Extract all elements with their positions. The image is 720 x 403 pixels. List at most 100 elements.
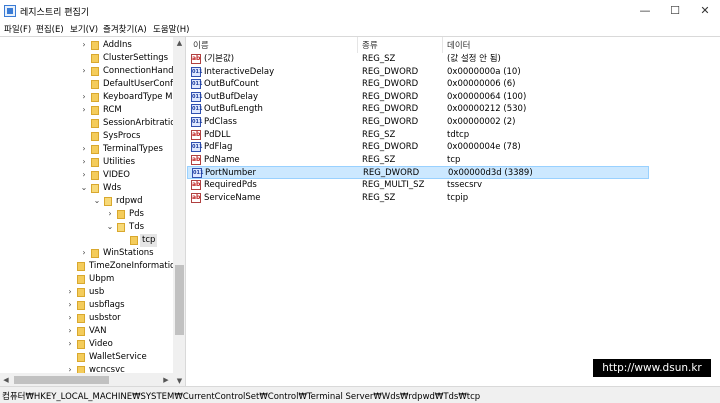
collapsed-arrow-icon[interactable] [80, 53, 88, 63]
value-row[interactable]: ab ServiceName REG_SZ tcpip [187, 192, 649, 205]
collapsed-arrow-icon[interactable]: › [80, 170, 88, 180]
value-row[interactable]: ab PdName REG_SZ tcp [187, 154, 649, 167]
collapsed-arrow-icon[interactable]: › [80, 105, 88, 115]
folder-icon [77, 262, 85, 271]
collapsed-arrow-icon[interactable] [119, 235, 127, 245]
value-type: REG_DWORD [362, 142, 419, 153]
menu-edit[interactable]: 편집(E) [36, 23, 64, 35]
tree-item[interactable]: › ConnectionHandle [0, 65, 181, 78]
value-row[interactable]: 011 PdFlag REG_DWORD 0x0000004e (78) [187, 141, 649, 154]
collapsed-arrow-icon[interactable]: › [66, 339, 74, 349]
tree-item[interactable]: tcp [0, 234, 173, 247]
string-value-icon: ab [191, 180, 201, 190]
value-row[interactable]: 011 InteractiveDelay REG_DWORD 0x0000000a (… [187, 66, 649, 79]
collapsed-arrow-icon[interactable] [66, 274, 74, 284]
expanded-arrow-icon[interactable]: ⌄ [93, 196, 101, 206]
column-header-type[interactable]: 종류 [362, 39, 378, 51]
maximize-button[interactable]: ☐ [660, 0, 690, 22]
tree-item-label: VIDEO [103, 170, 130, 180]
tree-item[interactable]: › KeyboardType Ma [0, 91, 178, 104]
binary-value-icon: 011 [192, 168, 204, 179]
collapsed-arrow-icon[interactable]: › [80, 40, 88, 50]
tree-item[interactable]: DefaultUserConfig [0, 78, 181, 91]
value-row[interactable]: 011 PortNumber REG_DWORD 0x00000d3d (3389) [187, 166, 649, 179]
tree-item[interactable]: ⌄ Tds [0, 221, 173, 234]
value-row[interactable]: 011 PdClass REG_DWORD 0x00000002 (2) [187, 116, 649, 129]
collapsed-arrow-icon[interactable]: › [80, 92, 88, 102]
column-divider[interactable] [442, 37, 443, 53]
collapsed-arrow-icon[interactable]: › [80, 248, 88, 258]
binary-value-icon: 011 [191, 117, 203, 127]
scroll-up-arrow-icon[interactable]: ▲ [173, 37, 185, 49]
value-row[interactable]: 011 OutBufLength REG_DWORD 0x00000212 (530) [187, 103, 649, 116]
tree-item[interactable]: › usb [0, 286, 173, 299]
tree-horizontal-scrollbar[interactable]: ◀ ▶ [0, 373, 173, 387]
collapsed-arrow-icon[interactable] [80, 118, 88, 128]
tree-item[interactable]: › VIDEO [0, 169, 173, 182]
tree-item[interactable]: › Video [0, 338, 173, 351]
tree-item[interactable]: SysProcs [0, 130, 173, 143]
binary-value-icon: 011 [191, 79, 203, 90]
menu-file[interactable]: 파일(F) [4, 23, 31, 35]
value-row[interactable]: ab (기본값) REG_SZ (값 설정 안 됨) [187, 53, 649, 66]
tree-item[interactable]: › RCM [0, 104, 173, 117]
collapsed-arrow-icon[interactable] [80, 131, 88, 141]
tree-item[interactable]: › WinStations [0, 247, 173, 260]
vertical-scroll-thumb[interactable] [175, 265, 184, 335]
tree-item[interactable]: › Pds [0, 208, 173, 221]
tree-item[interactable]: › TerminalTypes [0, 143, 173, 156]
collapsed-arrow-icon[interactable]: › [66, 287, 74, 297]
tree-item[interactable]: › usbstor [0, 312, 173, 325]
close-button[interactable]: ✕ [690, 0, 720, 22]
value-row[interactable]: ab PdDLL REG_SZ tdtcp [187, 129, 649, 142]
value-type: REG_DWORD [362, 79, 419, 90]
collapsed-arrow-icon[interactable]: › [80, 144, 88, 154]
collapsed-arrow-icon[interactable] [66, 352, 74, 362]
collapsed-arrow-icon[interactable]: › [80, 157, 88, 167]
collapsed-arrow-icon[interactable]: › [66, 313, 74, 323]
value-row[interactable]: 011 OutBufDelay REG_DWORD 0x00000064 (100) [187, 91, 649, 104]
folder-icon [91, 41, 99, 50]
menu-favorites[interactable]: 즐겨찾기(A) [103, 23, 147, 35]
minimize-button[interactable]: — [630, 0, 660, 22]
collapsed-arrow-icon[interactable]: › [66, 326, 74, 336]
window-title: 레지스트리 편집기 [20, 8, 90, 18]
value-row[interactable]: ab RequiredPds REG_MULTI_SZ tssecsrv [187, 179, 649, 192]
menu-view[interactable]: 보기(V) [70, 23, 98, 35]
tree-item-label: Wds [103, 183, 122, 193]
tree-item[interactable]: ClusterSettings [0, 52, 173, 65]
tree-item-label: VAN [89, 326, 107, 336]
collapsed-arrow-icon[interactable]: › [80, 66, 88, 76]
scroll-left-arrow-icon[interactable]: ◀ [0, 373, 12, 387]
tree-item[interactable]: SessionArbitration [0, 117, 181, 130]
collapsed-arrow-icon[interactable] [66, 261, 74, 271]
column-divider[interactable] [357, 37, 358, 53]
column-header-name[interactable]: 이름 [193, 39, 209, 51]
collapsed-arrow-icon[interactable] [80, 79, 88, 89]
value-data: 0x0000000a (10) [447, 66, 521, 77]
expanded-arrow-icon[interactable]: ⌄ [106, 222, 114, 232]
expanded-arrow-icon[interactable]: ⌄ [80, 183, 88, 193]
string-value-icon: ab [191, 54, 201, 64]
scroll-right-arrow-icon[interactable]: ▶ [160, 373, 172, 387]
tree-item[interactable]: Ubpm [0, 273, 173, 286]
folder-icon [91, 80, 99, 89]
string-value-icon: ab [191, 192, 201, 203]
column-header-data[interactable]: 데이터 [447, 39, 470, 51]
value-row[interactable]: 011 OutBufCount REG_DWORD 0x00000006 (6) [187, 78, 649, 91]
tree-item[interactable]: ⌄ rdpwd [0, 195, 173, 208]
tree-item[interactable]: WalletService [0, 351, 173, 364]
tree-item[interactable]: › AddIns [0, 39, 173, 52]
tree-item[interactable]: › VAN [0, 325, 173, 338]
tree-vertical-scrollbar[interactable]: ▲ ▼ [173, 37, 185, 387]
value-name: OutBufDelay [204, 91, 258, 102]
tree-item[interactable]: › usbflags [0, 299, 173, 312]
menu-help[interactable]: 도움말(H) [153, 23, 189, 35]
tree-item[interactable]: ⌄ Wds [0, 182, 173, 195]
tree-item[interactable]: TimeZoneInformation [0, 260, 181, 273]
collapsed-arrow-icon[interactable]: › [66, 300, 74, 310]
tree-item[interactable]: › Utilities [0, 156, 173, 169]
horizontal-scroll-thumb[interactable] [14, 376, 109, 384]
collapsed-arrow-icon[interactable]: › [106, 209, 114, 219]
value-data: tcp [447, 154, 461, 165]
